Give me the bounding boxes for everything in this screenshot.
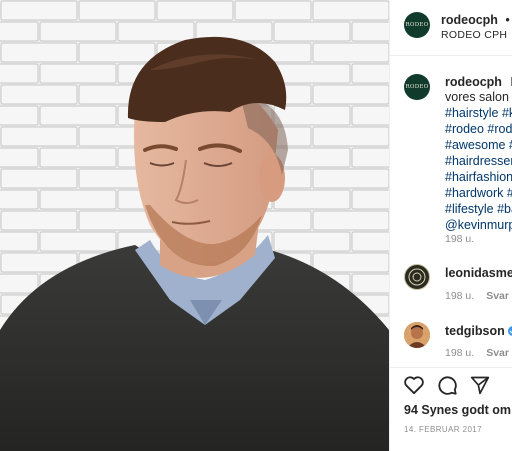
hashtag-link[interactable]: #lifestyle #ba	[445, 201, 512, 217]
comment-meta: 198 u. Svar	[445, 290, 509, 302]
comment-username-row: tedgibson	[445, 322, 512, 340]
hashtag-link[interactable]: #hardwork #	[445, 185, 512, 201]
hashtag-link[interactable]: #hairdresser	[445, 153, 512, 169]
post-date[interactable]: 14. FEBRUAR 2017	[404, 425, 482, 434]
person-photo-icon	[404, 322, 430, 348]
caption-first-line: rodeocph He	[445, 73, 512, 91]
hashtag-link[interactable]: #rodeo #rodeo	[445, 121, 512, 137]
share-icon[interactable]	[470, 375, 490, 395]
comment-username[interactable]: tedgibson	[445, 324, 505, 338]
likes-count[interactable]: 94 Synes godt om	[404, 403, 511, 417]
post-header-name-row: rodeocph • F	[441, 11, 512, 29]
comment-icon[interactable]	[436, 374, 458, 396]
caption-timestamp[interactable]: 198 u.	[445, 233, 474, 245]
comment-meta: 198 u. Svar	[445, 347, 509, 359]
actions-divider	[390, 367, 512, 368]
commenter-avatar[interactable]	[404, 264, 430, 290]
post-side-panel: RODEO rodeocph • F RODEO CPH RODEO rodeo…	[389, 0, 512, 451]
heart-icon[interactable]	[403, 375, 425, 395]
hashtag-link[interactable]: #hairfashion	[445, 169, 512, 185]
header-divider	[390, 55, 512, 56]
post-image	[0, 0, 389, 451]
hashtag-link[interactable]: #awesome #	[445, 137, 512, 153]
commenter-avatar[interactable]	[404, 322, 430, 348]
caption-avatar[interactable]: RODEO	[404, 74, 430, 100]
commenter-logo-icon	[408, 268, 426, 286]
post-location[interactable]: RODEO CPH	[441, 29, 507, 41]
comment-username[interactable]: leonidasmen	[445, 266, 512, 280]
caption-line-2: vores salon p	[445, 90, 512, 104]
caption-avatar-logo-text: RODEO	[405, 84, 429, 90]
caption-username[interactable]: rodeocph	[445, 75, 502, 89]
comment-timestamp[interactable]: 198 u.	[445, 347, 474, 359]
account-username[interactable]: rodeocph	[441, 13, 498, 27]
verified-badge-icon	[507, 326, 512, 336]
comment-timestamp[interactable]: 198 u.	[445, 290, 474, 302]
reply-button[interactable]: Svar	[486, 290, 509, 302]
reply-button[interactable]: Svar	[486, 347, 509, 359]
avatar-logo-text: RODEO	[405, 22, 429, 28]
hashtag-link[interactable]: #hairstyle #k	[445, 105, 512, 121]
caption-hashtags: #hairstyle #k #rodeo #rodeo #awesome # #…	[445, 105, 512, 233]
post-photo[interactable]	[0, 0, 389, 451]
mention-link[interactable]: @kevinmurph	[445, 217, 512, 233]
account-avatar[interactable]: RODEO	[404, 12, 430, 38]
header-separator: •	[505, 13, 510, 27]
